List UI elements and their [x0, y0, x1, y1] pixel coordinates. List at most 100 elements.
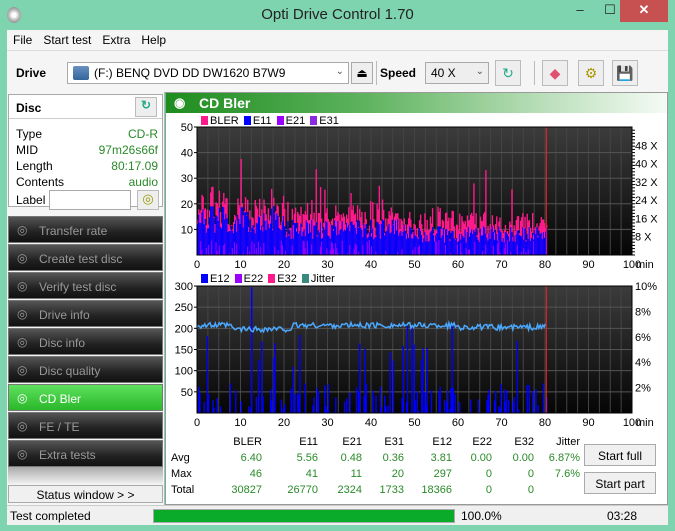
stats-row-label: Total — [171, 484, 195, 496]
e12-bar — [270, 400, 273, 413]
stats-cell: 30827 — [231, 484, 262, 496]
e12-bar — [355, 387, 358, 413]
x-tick-label: 10 — [234, 259, 246, 271]
e12-bar — [216, 397, 218, 413]
menu-start-test[interactable]: Start test — [37, 30, 96, 47]
sidebar-item-verify-test-disc[interactable]: ◎ Verify test disc — [8, 272, 163, 299]
disc-value: audio — [128, 175, 158, 189]
menu-help[interactable]: Help — [135, 30, 171, 47]
e12-bar — [426, 348, 428, 413]
disc-icon: ◎ — [17, 279, 28, 293]
disc-icon: ◎ — [17, 223, 28, 237]
stats-cell: 0 — [527, 484, 534, 496]
y2-tick-label: 2% — [635, 383, 651, 395]
erase-button[interactable]: ◆ — [542, 60, 568, 86]
main-panel: ◉ CD Bler BLER E11 E21 E31 10 20 30 40 50 0 10… — [165, 92, 668, 505]
e12-bar — [359, 343, 361, 413]
disc-row-length: Length 80:17.09 — [16, 159, 158, 173]
e12-bar — [235, 390, 237, 413]
elapsed-time: 03:28 — [607, 509, 638, 523]
e12-bar — [488, 389, 490, 413]
sidebar-item-label: FE / TE — [39, 420, 80, 434]
e12-bar — [284, 404, 286, 413]
stats-cell: 3.81 — [430, 452, 452, 464]
y2-tick-label: 16 X — [635, 213, 658, 225]
save-button[interactable]: 💾 — [612, 60, 638, 86]
menu-file[interactable]: File — [7, 30, 37, 47]
status-window-button[interactable]: Status window > > — [8, 485, 163, 503]
progress-text: 100.0% — [461, 509, 502, 523]
e12-bar — [299, 334, 301, 413]
e12-bar — [422, 348, 424, 413]
stats-cell: 297 — [433, 468, 452, 480]
status-bar: Test completed 100.0% 03:28 — [7, 505, 668, 525]
x-tick-label: 10 — [234, 417, 246, 429]
sidebar-item-drive-info[interactable]: ◎ Drive info — [8, 300, 163, 327]
e12-bar — [459, 402, 461, 413]
menu-extra[interactable]: Extra — [96, 30, 135, 47]
y2-tick-label: 6% — [635, 332, 651, 344]
x-tick-label: 90 — [582, 259, 594, 271]
start-part-button[interactable]: Start part — [584, 472, 656, 494]
e12-bar — [531, 391, 534, 413]
stats-table: BLER E11 E21 E31 E12 E22 E32 Jitter Avg 6.40 5.56 0… — [166, 431, 586, 501]
disc-refresh-button[interactable]: ↻ — [135, 97, 157, 117]
x-tick-label: 40 — [365, 417, 377, 429]
e12-bar — [387, 405, 389, 413]
sidebar-item-disc-quality[interactable]: ◎ Disc quality — [8, 356, 163, 383]
close-button[interactable]: ✕ — [620, 0, 668, 22]
y-tick-label: 200 — [175, 323, 193, 335]
e12-bar — [389, 352, 391, 413]
y2-tick-label: 10% — [635, 281, 657, 293]
stats-cell: 26770 — [287, 484, 318, 496]
stats-cell: 0.48 — [340, 452, 362, 464]
x-tick-label: 30 — [321, 417, 333, 429]
sidebar-item-extra-tests[interactable]: ◎ Extra tests — [8, 440, 163, 467]
x-tick-label: 20 — [278, 417, 290, 429]
y-tick-label: 10 — [181, 224, 193, 236]
e12-bar — [375, 395, 377, 413]
e12-bar — [257, 360, 260, 413]
drive-select[interactable]: (F:) BENQ DVD DD DW1620 B7W9 ⌄ — [67, 62, 349, 84]
e12-bar — [207, 394, 210, 413]
e12-bar — [500, 383, 502, 413]
e12-bar — [280, 399, 283, 413]
settings-button[interactable]: ⚙ — [578, 60, 604, 86]
e12-bar — [392, 360, 395, 413]
start-full-button[interactable]: Start full — [584, 444, 656, 466]
e12-bar — [535, 388, 537, 413]
e12-bar — [430, 390, 433, 413]
sidebar-item-label: CD Bler — [39, 392, 82, 406]
x-tick-label: 80 — [539, 259, 551, 271]
e12-bar — [537, 405, 539, 413]
stats-cell: 41 — [305, 468, 318, 480]
e12-bar — [240, 401, 242, 413]
sidebar-item-cd-bler[interactable]: ◎ CD Bler — [8, 384, 163, 411]
panel-title: CD Bler — [199, 95, 251, 111]
e12-bar — [439, 386, 441, 413]
sidebar-item-disc-info[interactable]: ◎ Disc info — [8, 328, 163, 355]
e12-bar — [274, 343, 276, 413]
sidebar-item-transfer-rate[interactable]: ◎ Transfer rate — [8, 216, 163, 243]
y-tick-label: 20 — [181, 199, 193, 211]
e12-bar — [494, 390, 497, 413]
refresh-button[interactable]: ↻ — [495, 60, 521, 86]
y2-tick-label: 8 X — [635, 232, 652, 244]
sidebar-item-fe-te[interactable]: ◎ FE / TE — [8, 412, 163, 439]
e12-bar — [343, 401, 346, 413]
stats-column-header: E22 — [472, 436, 492, 448]
y2-tick-label: 8% — [635, 306, 651, 318]
eject-button[interactable]: ⏏ — [351, 62, 373, 84]
speed-select[interactable]: 40 X ⌄ — [425, 62, 489, 84]
disc-label-input[interactable] — [49, 190, 131, 210]
disc-icon[interactable]: ◎ — [137, 190, 159, 210]
minimize-button[interactable]: ‒ — [566, 0, 594, 22]
stats-row-label: Avg — [171, 452, 190, 464]
sidebar-item-create-test-disc[interactable]: ◎ Create test disc — [8, 244, 163, 271]
x-tick-label: 70 — [495, 417, 507, 429]
disc-icon: ◎ — [17, 335, 28, 349]
e12-bar — [516, 340, 519, 413]
progress-bar — [153, 509, 455, 523]
y2-tick-label: 48 X — [635, 140, 658, 152]
stats-cell: 18366 — [421, 484, 452, 496]
